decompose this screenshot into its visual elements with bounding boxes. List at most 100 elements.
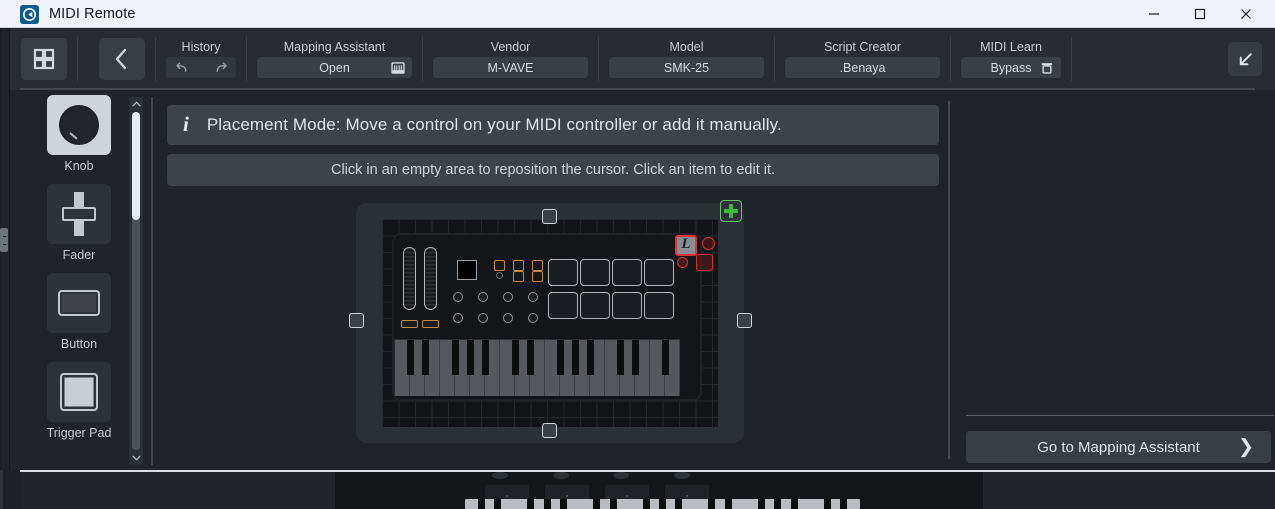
background-black-key [609, 499, 617, 509]
knob-icon[interactable] [47, 95, 111, 155]
device-black-key[interactable] [421, 340, 429, 375]
sidebar-scrollbar-track[interactable] [132, 112, 140, 450]
device-selected-knob[interactable] [702, 237, 715, 250]
device-black-key[interactable] [661, 340, 669, 375]
device-knob-bottom-1[interactable] [453, 313, 463, 323]
device-orange-button-top-1[interactable] [494, 260, 505, 271]
device-fader-2[interactable] [424, 247, 437, 310]
device-black-key[interactable] [616, 340, 624, 375]
sidebar-item-label: Button [60, 337, 98, 351]
close-icon[interactable] [1223, 0, 1269, 28]
trigger-pad-icon[interactable] [47, 362, 111, 422]
minimize-icon[interactable] [1131, 0, 1177, 28]
device-grid[interactable]: L [382, 219, 718, 427]
device-black-key[interactable] [556, 340, 564, 375]
fader-icon[interactable] [47, 184, 111, 244]
hint-banner: Click in an empty area to reposition the… [167, 154, 939, 186]
background-black-key [757, 499, 765, 509]
grid-view-icon[interactable] [21, 38, 67, 80]
background-pad-dot [686, 495, 688, 497]
device-black-key[interactable] [451, 340, 459, 375]
bypass-trash-icon [1040, 61, 1054, 75]
sidebar-scrollbar-thumb[interactable] [132, 112, 140, 220]
panel-resize-handle[interactable] [0, 228, 8, 252]
sidebar-item-label: Fader [62, 248, 96, 262]
model-field[interactable]: SMK-25 [609, 57, 764, 78]
device-black-key[interactable] [466, 340, 474, 375]
device-fader-button-2[interactable] [422, 320, 439, 328]
device-knob-bottom-4[interactable] [528, 313, 538, 323]
device-selected-small-button[interactable] [677, 257, 688, 268]
background-black-key [560, 499, 568, 509]
sidebar-item-button[interactable]: Button [24, 273, 134, 351]
device-knob-top-2[interactable] [478, 292, 488, 302]
device-knob-top-1[interactable] [453, 292, 463, 302]
device-black-key[interactable] [511, 340, 519, 375]
midi-device-canvas[interactable]: L [348, 200, 752, 443]
sidebar-item-fader[interactable]: Fader [24, 184, 134, 262]
chevron-right-icon: ❯ [1238, 436, 1254, 458]
collapse-down-left-icon[interactable] [1228, 42, 1262, 76]
sidebar-item-trigger-pad[interactable]: Trigger Pad [24, 362, 134, 440]
sidebar-item-knob[interactable]: Knob [24, 95, 134, 173]
device-fader-button-1[interactable] [401, 320, 418, 328]
toolbar-separator [1071, 37, 1072, 81]
background-black-key [790, 499, 798, 509]
device-pad-top-1[interactable] [548, 259, 578, 286]
device-pad-top-4[interactable] [644, 259, 674, 286]
midi-learn-bypass-button[interactable]: Bypass [961, 57, 1061, 78]
device-black-key[interactable] [571, 340, 579, 375]
device-black-key[interactable] [481, 340, 489, 375]
device-resize-handle-right[interactable] [736, 313, 752, 328]
device-keyboard[interactable] [394, 339, 680, 396]
script-creator-field[interactable]: .Benaya [785, 57, 940, 78]
device-orange-button-top-2[interactable] [513, 260, 524, 271]
midi-learn-cursor[interactable]: L [675, 235, 697, 256]
device-pad-bottom-1[interactable] [548, 292, 578, 319]
device-pad-top-3[interactable] [612, 259, 642, 286]
device-black-key[interactable] [586, 340, 594, 375]
cursor-glyph: L [681, 236, 691, 252]
device-editor-area[interactable]: i Placement Mode: Move a control on your… [160, 90, 940, 470]
mapping-assistant-open-button[interactable]: Open [257, 57, 412, 78]
maximize-icon[interactable] [1177, 0, 1223, 28]
redo-icon[interactable] [208, 58, 232, 77]
sidebar-item-label: Trigger Pad [46, 426, 112, 440]
title-bar: MIDI Remote [0, 0, 1275, 28]
device-knob-top-4[interactable] [528, 292, 538, 302]
device-fader-1[interactable] [403, 247, 416, 310]
device-pad-bottom-2[interactable] [580, 292, 610, 319]
chevron-down-icon[interactable] [129, 451, 143, 465]
device-pad-top-2[interactable] [580, 259, 610, 286]
device-black-key[interactable] [526, 340, 534, 375]
chevron-left-icon[interactable] [99, 38, 145, 80]
device-knob-bottom-3[interactable] [503, 313, 513, 323]
device-black-key[interactable] [631, 340, 639, 375]
sidebar-scrollbar[interactable] [129, 97, 143, 465]
device-resize-handle-bottom[interactable] [542, 422, 557, 438]
device-knob-bottom-2[interactable] [478, 313, 488, 323]
device-orange-button-bottom-2[interactable] [532, 271, 543, 282]
device-black-key[interactable] [406, 340, 414, 375]
toolbar-group-label: Mapping Assistant [283, 40, 386, 54]
go-to-mapping-assistant-label: Go to Mapping Assistant [1037, 438, 1200, 456]
go-to-mapping-assistant-button[interactable]: Go to Mapping Assistant ❯ [966, 431, 1271, 463]
toolbar-group-vendor: Vendor M-VAVE [433, 40, 588, 78]
device-resize-handle-left[interactable] [348, 313, 364, 328]
device-display-square[interactable] [457, 260, 477, 280]
vendor-field[interactable]: M-VAVE [433, 57, 588, 78]
device-pad-bottom-3[interactable] [612, 292, 642, 319]
device-knob-top-3[interactable] [503, 292, 513, 302]
toolbar-separator [155, 37, 156, 81]
chevron-up-icon[interactable] [129, 97, 143, 111]
undo-icon[interactable] [170, 58, 194, 77]
properties-panel: Go to Mapping Assistant ❯ [940, 90, 1275, 470]
button-icon[interactable] [47, 273, 111, 333]
device-resize-handle-top[interactable] [542, 208, 557, 224]
device-small-knob[interactable] [496, 272, 503, 279]
device-orange-button-top-3[interactable] [532, 260, 543, 271]
device-orange-button-bottom-1[interactable] [513, 271, 524, 282]
device-pad-bottom-4[interactable] [644, 292, 674, 319]
add-plus-icon[interactable] [720, 200, 742, 222]
device-selected-pad[interactable] [696, 254, 713, 271]
